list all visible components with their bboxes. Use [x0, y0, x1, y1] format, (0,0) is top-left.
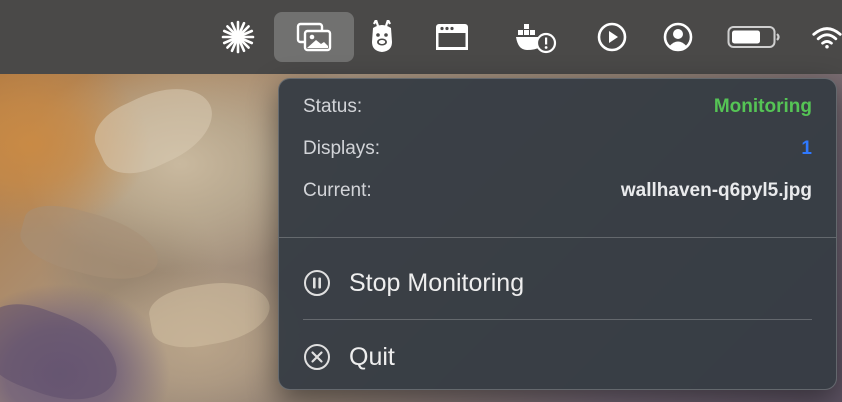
displays-label: Displays:	[303, 138, 381, 159]
llama-icon[interactable]	[364, 12, 400, 62]
wallpaper-app-icon[interactable]	[274, 12, 354, 62]
displays-row: Displays: 1	[303, 136, 812, 162]
status-label: Status:	[303, 96, 363, 117]
menu-bar	[0, 0, 842, 74]
pause-circle-icon	[303, 269, 331, 297]
close-circle-icon	[303, 343, 331, 371]
current-value: wallhaven-q6pyl5.jpg	[620, 180, 812, 201]
desktop-screen: Status: Monitoring Displays: 1 Current: …	[0, 0, 842, 402]
quit-label: Quit	[349, 342, 395, 371]
stop-monitoring-label: Stop Monitoring	[349, 268, 525, 297]
current-label: Current:	[303, 180, 372, 201]
battery-icon[interactable]	[726, 12, 782, 62]
window-bar-icon[interactable]	[434, 12, 470, 62]
status-dropdown-menu: Status: Monitoring Displays: 1 Current: …	[278, 78, 837, 390]
displays-value: 1	[801, 138, 812, 159]
status-row: Status: Monitoring	[303, 94, 812, 120]
separator	[279, 237, 836, 238]
current-row: Current: wallhaven-q6pyl5.jpg	[303, 178, 812, 204]
wifi-icon[interactable]	[812, 12, 842, 62]
docker-warning-icon[interactable]	[514, 12, 560, 62]
separator	[303, 319, 812, 320]
user-circle-icon[interactable]	[662, 12, 694, 62]
status-value: Monitoring	[713, 96, 812, 117]
asterisk-icon[interactable]	[218, 12, 258, 62]
stop-monitoring-button[interactable]: Stop Monitoring	[303, 265, 524, 301]
play-circle-icon[interactable]	[596, 12, 628, 62]
quit-button[interactable]: Quit	[303, 339, 395, 375]
